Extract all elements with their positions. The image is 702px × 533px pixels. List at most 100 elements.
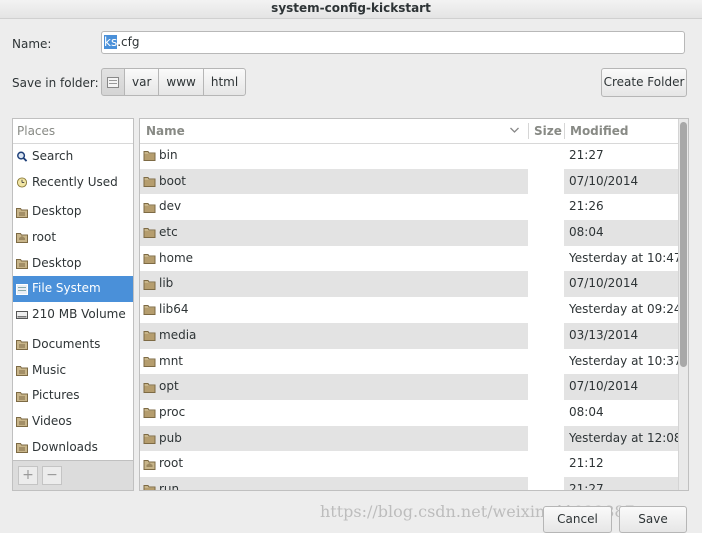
table-row[interactable]: proc 08:04 xyxy=(140,400,678,426)
place-item-210mb-volume[interactable]: 210 MB Volume xyxy=(13,302,133,328)
file-name-cell: root xyxy=(140,451,528,477)
table-row[interactable]: home Yesterday at 10:47 xyxy=(140,246,682,272)
file-list-header: Name Size Modified xyxy=(140,119,678,144)
folder-icon xyxy=(143,228,156,239)
table-row[interactable]: lib 07/10/2014 xyxy=(140,271,678,298)
table-row[interactable]: bin 21:27 xyxy=(140,143,678,169)
place-label: 210 MB Volume xyxy=(32,307,126,322)
place-label: Pictures xyxy=(32,388,80,403)
search-icon xyxy=(17,151,28,163)
place-item-pictures[interactable]: Pictures xyxy=(13,383,133,409)
drive-icon xyxy=(16,283,28,295)
table-row[interactable]: boot 07/10/2014 xyxy=(140,168,678,195)
file-name: dev xyxy=(159,199,182,214)
place-item-search[interactable]: Search xyxy=(13,144,133,170)
folder-icon xyxy=(143,151,156,162)
file-name: mnt xyxy=(159,353,183,368)
chevron-down-icon[interactable] xyxy=(510,127,519,134)
folder-icon xyxy=(16,417,28,428)
place-item-root[interactable]: root xyxy=(13,225,133,251)
vertical-scrollbar[interactable] xyxy=(678,119,688,490)
drive-icon xyxy=(107,76,119,88)
place-label: Documents xyxy=(32,336,101,351)
file-size-cell xyxy=(528,349,564,375)
folder-icon xyxy=(143,433,156,444)
table-row[interactable]: pub Yesterday at 12:08 xyxy=(140,425,682,452)
file-modified-cell: 21:26 xyxy=(569,199,604,214)
place-item-downloads[interactable]: Downloads xyxy=(13,435,133,461)
path-root-button[interactable] xyxy=(101,68,125,96)
folder-icon xyxy=(16,340,28,351)
name-input[interactable]: ks.cfg xyxy=(101,31,685,54)
file-name-cell: dev xyxy=(140,194,528,220)
scrollbar-thumb[interactable] xyxy=(680,122,687,367)
file-size-cell xyxy=(528,169,564,195)
file-name-cell: opt xyxy=(140,374,528,400)
column-header-size[interactable]: Size xyxy=(534,119,562,143)
path-button-var[interactable]: var xyxy=(124,68,160,96)
file-modified-cell: 21:27 xyxy=(564,476,678,490)
place-item-videos[interactable]: Videos xyxy=(13,409,133,435)
table-row[interactable]: media 03/13/2014 xyxy=(140,322,678,349)
place-label: root xyxy=(32,230,57,245)
name-label: Name: xyxy=(12,37,52,51)
add-bookmark-button[interactable]: + xyxy=(18,466,38,485)
file-modified-cell: 08:04 xyxy=(564,220,678,246)
folder-icon xyxy=(143,254,156,265)
create-folder-button[interactable]: Create Folder xyxy=(601,68,687,97)
file-name: boot xyxy=(159,173,187,188)
file-name: etc xyxy=(159,225,178,240)
table-row[interactable]: etc 08:04 xyxy=(140,220,678,246)
place-item-file-system[interactable]: File System xyxy=(13,276,133,303)
file-list: Name Size Modified bin 21:27 boot 07/10/201… xyxy=(139,118,689,491)
table-row[interactable]: dev 21:26 xyxy=(140,194,678,220)
place-item-music[interactable]: Music xyxy=(13,358,133,384)
column-header-modified[interactable]: Modified xyxy=(570,119,629,143)
file-size-cell xyxy=(528,246,564,272)
place-item-desktop[interactable]: Desktop xyxy=(13,199,133,225)
file-modified-cell: Yesterday at 09:24 xyxy=(569,302,682,317)
file-modified-cell: 07/10/2014 xyxy=(564,271,678,298)
table-row[interactable]: opt 07/10/2014 xyxy=(140,374,678,400)
place-label: File System xyxy=(32,281,101,296)
file-size-cell xyxy=(528,220,564,246)
table-row[interactable]: run 21:27 xyxy=(140,476,678,490)
table-row[interactable]: root 21:12 xyxy=(140,451,678,477)
folder-icon xyxy=(16,365,28,376)
place-item-documents[interactable]: Documents xyxy=(13,332,133,358)
file-modified-cell: Yesterday at 10:47 xyxy=(569,250,682,265)
clock-icon xyxy=(16,177,28,188)
file-name-cell: lib xyxy=(140,271,528,298)
file-name-cell: proc xyxy=(140,400,528,426)
file-name: media xyxy=(159,327,197,342)
file-name: home xyxy=(159,250,194,265)
folder-icon xyxy=(16,207,28,218)
place-item-recently-used[interactable]: Recently Used xyxy=(13,170,133,196)
folder-icon xyxy=(143,279,156,290)
place-label: Videos xyxy=(32,413,72,428)
file-name: bin xyxy=(159,148,178,162)
table-row[interactable]: lib64 Yesterday at 09:24 xyxy=(140,297,682,323)
remove-bookmark-button[interactable]: − xyxy=(42,466,62,485)
folder-icon xyxy=(16,259,28,270)
cancel-button[interactable]: Cancel xyxy=(543,506,612,533)
path-button-www[interactable]: www xyxy=(158,68,204,96)
save-button[interactable]: Save xyxy=(619,506,687,533)
file-size-cell xyxy=(528,271,564,297)
place-item-desktop[interactable]: Desktop xyxy=(13,251,133,277)
file-rows: bin 21:27 boot 07/10/2014 dev 21:26 etc 08:04 ho… xyxy=(140,143,682,490)
column-header-name[interactable]: Name xyxy=(146,119,185,143)
file-name-cell: run xyxy=(140,476,528,490)
table-row[interactable]: mnt Yesterday at 10:37 xyxy=(140,349,682,375)
file-size-cell xyxy=(528,323,564,349)
file-name: root xyxy=(159,456,184,471)
folder-icon xyxy=(16,391,28,402)
place-label: Desktop xyxy=(32,255,82,270)
path-button-html[interactable]: html xyxy=(202,68,247,96)
places-sidebar: Places Search Recently Used Desktop root… xyxy=(12,118,134,461)
name-selected-text: ks xyxy=(104,35,118,49)
file-modified-cell: 03/13/2014 xyxy=(564,322,678,349)
folder-icon xyxy=(143,331,156,342)
file-name-cell: mnt xyxy=(140,349,528,375)
file-name: opt xyxy=(159,379,179,394)
